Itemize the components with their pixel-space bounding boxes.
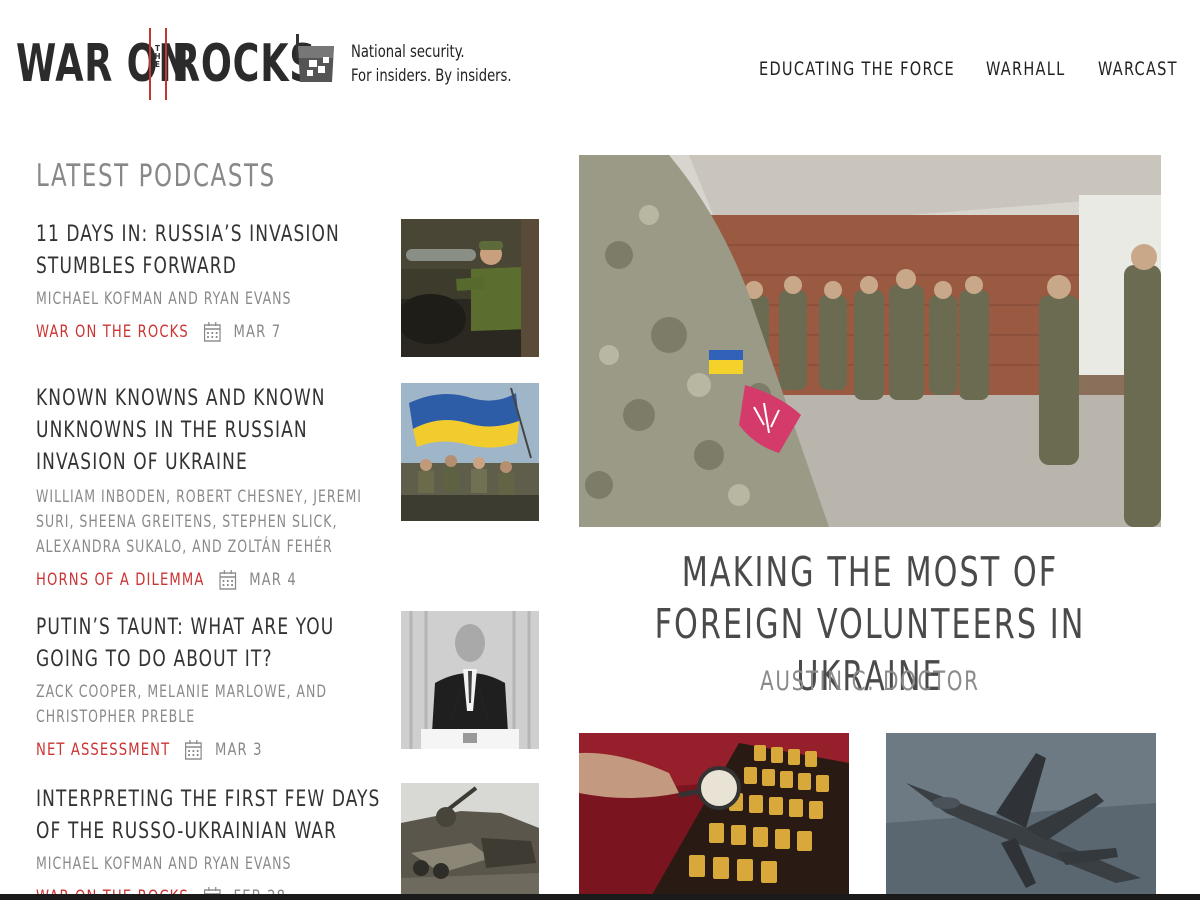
podcast-item: INTERPRETING THE FIRST FEW DAYS OF THE R…: [36, 784, 396, 900]
tagline-line-1: National security.: [351, 42, 465, 62]
podcast-thumbnail-soldier-trench[interactable]: [401, 219, 539, 357]
podcast-date: MAR 3: [214, 740, 263, 760]
featured-article-image[interactable]: [579, 155, 1161, 527]
podcast-item: PUTIN’S TAUNT: WHAT ARE YOU GOING TO DO …: [36, 612, 396, 761]
podcast-meta: WAR ON THE ROCKS MAR 7: [36, 321, 346, 343]
podcast-date: MAR 7: [233, 322, 282, 342]
podcast-title[interactable]: KNOWN KNOWNS AND KNOWN UNKNOWNS IN THE R…: [36, 383, 337, 479]
featured-author-text: AUSTIN C. DOCTOR: [760, 666, 980, 697]
latest-podcasts-heading: LATEST PODCASTS: [36, 158, 276, 194]
tagline-line-2: For insiders. By insiders.: [351, 66, 512, 86]
nav-warcast[interactable]: WARCAST: [1098, 58, 1178, 80]
podcast-item: 11 DAYS IN: RUSSIA’S INVASION STUMBLES F…: [36, 219, 396, 343]
site-header: WAR ON THE ROCKS National security. For …: [0, 0, 1200, 130]
podcast-authors: MICHAEL KOFMAN AND RYAN EVANS: [36, 289, 292, 309]
nav-warhall[interactable]: WARHALL: [986, 58, 1065, 80]
article-card-image-gold-bars[interactable]: [579, 733, 849, 900]
podcast-title[interactable]: 11 DAYS IN: RUSSIA’S INVASION STUMBLES F…: [36, 219, 389, 283]
podcast-date: MAR 4: [249, 570, 297, 590]
podcast-thumbnail-putin-podium[interactable]: [401, 611, 539, 749]
podcast-thumbnail-destroyed-tank[interactable]: [401, 783, 539, 894]
podcast-series-link[interactable]: NET ASSESSMENT: [36, 740, 170, 760]
nav-educating-the-force[interactable]: EDUCATING THE FORCE: [759, 58, 955, 80]
podcast-item: KNOWN KNOWNS AND KNOWN UNKNOWNS IN THE R…: [36, 383, 396, 591]
site-tagline: National security. For insiders. By insi…: [351, 40, 512, 88]
podcast-meta: NET ASSESSMENT MAR 3: [36, 739, 346, 761]
podcast-title[interactable]: PUTIN’S TAUNT: WHAT ARE YOU GOING TO DO …: [36, 612, 363, 676]
article-card-image-fighter-jet[interactable]: [886, 733, 1156, 900]
podcast-title[interactable]: INTERPRETING THE FIRST FEW DAYS OF THE R…: [36, 784, 389, 848]
bottom-edge-bar: [0, 894, 1200, 900]
calendar-icon: [203, 322, 221, 342]
calendar-icon: [185, 740, 202, 760]
podcast-authors: MICHAEL KOFMAN AND RYAN EVANS: [36, 854, 292, 874]
rocks-glass-icon: [296, 34, 334, 82]
podcast-thumbnail-ukraine-flag[interactable]: [401, 383, 539, 521]
logo-the: THE: [153, 44, 162, 68]
podcast-series-link[interactable]: WAR ON THE ROCKS: [36, 322, 189, 342]
logo-divider-right: [165, 28, 167, 100]
featured-article-author[interactable]: AUSTIN C. DOCTOR: [579, 666, 1161, 697]
calendar-icon: [219, 570, 237, 590]
podcast-authors: ZACK COOPER, MELANIE MARLOWE, AND CHRIST…: [36, 682, 327, 727]
podcast-meta: HORNS OF A DILEMMA MAR 4: [36, 569, 346, 591]
podcast-series-link[interactable]: HORNS OF A DILEMMA: [36, 570, 204, 590]
logo-war-on: WAR ON: [16, 34, 190, 94]
logo-divider-left: [149, 28, 151, 100]
site-logo[interactable]: WAR ON THE ROCKS: [16, 24, 336, 100]
podcast-authors: WILLIAM INBODEN, ROBERT CHESNEY, JEREMI …: [36, 487, 362, 557]
